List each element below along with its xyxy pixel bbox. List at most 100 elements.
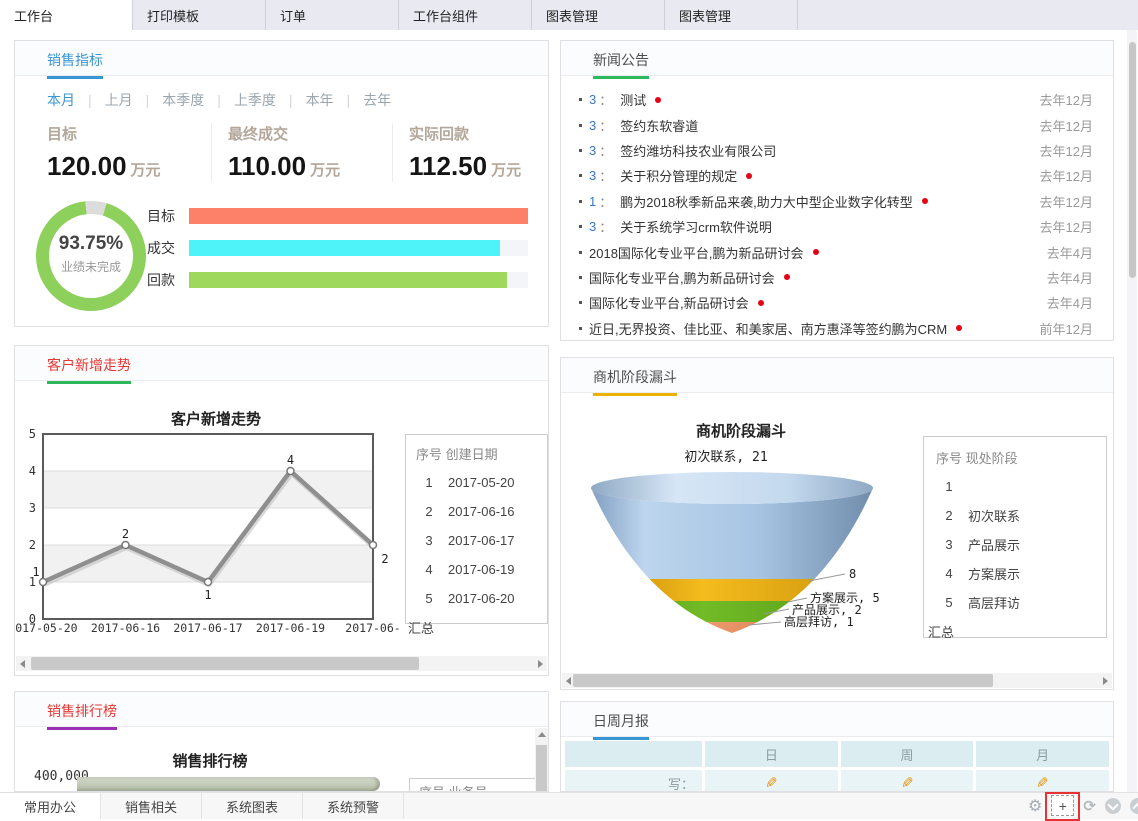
news-item[interactable]: 2018国际化专业平台,鹏为新品研讨会去年4月 bbox=[579, 239, 1093, 264]
panel-header: 销售指标 bbox=[15, 41, 548, 76]
metric-value: 112.50万元 bbox=[409, 151, 549, 182]
bottom-tab[interactable]: 系统预警 bbox=[303, 793, 404, 819]
bullet-icon bbox=[579, 276, 582, 279]
news-item[interactable]: 3：签约潍坊科技农业有限公司去年12月 bbox=[579, 138, 1093, 163]
trend-side-table: 序号 创建日期12017-05-2022017-06-1632017-06-17… bbox=[405, 434, 548, 624]
panel-title-sales-kpi: 销售指标 bbox=[47, 50, 103, 79]
news-item[interactable]: 3：签约东软睿道去年12月 bbox=[579, 112, 1093, 137]
news-item-date: 去年12月 bbox=[1040, 141, 1093, 160]
scrollbar-thumb[interactable] bbox=[573, 674, 993, 687]
top-tab[interactable]: 打印模板 bbox=[133, 0, 266, 30]
main-vertical-scrollbar bbox=[1127, 30, 1137, 792]
bottom-tab[interactable]: 常用办公 bbox=[0, 793, 101, 819]
scroll-left-arrow[interactable] bbox=[20, 660, 25, 668]
news-item[interactable]: 国际化专业平台,鹏为新品研讨会去年4月 bbox=[579, 265, 1093, 290]
news-item-text: 国际化专业平台,新品研讨会 bbox=[589, 293, 749, 312]
scrollbar-thumb[interactable] bbox=[1129, 42, 1136, 278]
news-item-colon: ： bbox=[599, 217, 612, 236]
report-table: 日周月写： bbox=[565, 741, 1109, 792]
scrollbar-thumb[interactable] bbox=[31, 657, 419, 670]
news-item[interactable]: 1：鹏为2018秋季新品来袭,助力大中型企业数字化转型去年12月 bbox=[579, 189, 1093, 214]
top-tab[interactable]: 订单 bbox=[266, 0, 399, 30]
news-item-colon: ： bbox=[599, 141, 612, 160]
period-tab[interactable]: 本年 bbox=[276, 92, 334, 108]
bar-track bbox=[189, 208, 528, 224]
period-tab[interactable]: 去年 bbox=[334, 92, 392, 108]
svg-text:5: 5 bbox=[29, 427, 36, 441]
news-item-text: 签约潍坊科技农业有限公司 bbox=[620, 141, 776, 160]
scroll-right-arrow[interactable] bbox=[1103, 677, 1108, 685]
bar-track bbox=[189, 240, 528, 256]
news-item-date: 去年12月 bbox=[1040, 192, 1093, 211]
news-item-date: 前年12月 bbox=[1040, 319, 1093, 338]
gear-icon[interactable]: ⚙ bbox=[1028, 796, 1042, 816]
news-item-colon: ： bbox=[599, 192, 612, 211]
period-tab[interactable]: 上月 bbox=[75, 92, 133, 108]
refresh-icon[interactable]: ⟳ bbox=[1083, 797, 1096, 815]
collapse-up-button[interactable] bbox=[1130, 798, 1138, 814]
bar-fill bbox=[189, 240, 500, 256]
metric-unit: 万元 bbox=[310, 162, 340, 179]
panel-news: 新闻公告 3：测试去年12月3：签约东软睿道去年12月3：签约潍坊科技农业有限公… bbox=[560, 40, 1114, 341]
panel-title-news: 新闻公告 bbox=[593, 50, 649, 79]
bottom-tab[interactable]: 系统图表 bbox=[202, 793, 303, 819]
top-tab[interactable]: 图表管理 bbox=[532, 0, 665, 30]
metric-number: 110.00 bbox=[228, 151, 306, 181]
report-header-empty bbox=[565, 741, 702, 767]
svg-text:1: 1 bbox=[32, 565, 39, 579]
news-item[interactable]: 3：测试去年12月 bbox=[579, 87, 1093, 112]
news-item[interactable]: 国际化专业平台,新品研讨会去年4月 bbox=[579, 290, 1093, 315]
horizontal-scrollbar bbox=[562, 673, 1112, 688]
row-value: 产品展示 bbox=[968, 535, 1020, 554]
scroll-left-arrow[interactable] bbox=[566, 677, 571, 685]
news-item-number: 3 bbox=[589, 168, 596, 183]
bar-fill bbox=[189, 272, 507, 288]
svg-text:2017-06-19: 2017-06-19 bbox=[256, 621, 325, 635]
side-table-footer: 汇总 bbox=[408, 613, 547, 642]
bullet-icon bbox=[579, 251, 582, 254]
top-tab[interactable]: 工作台组件 bbox=[399, 0, 532, 30]
news-item[interactable]: 近日,无界投资、佳比亚、和美家居、南方惠泽等签约鹏为CRM前年12月 bbox=[579, 316, 1093, 341]
row-value: 方案展示 bbox=[968, 564, 1020, 583]
news-item[interactable]: 3：关于积分管理的规定去年12月 bbox=[579, 163, 1093, 188]
news-item[interactable]: 3：关于系统学习crm软件说明去年12月 bbox=[579, 214, 1093, 239]
panel-sales-rank: 销售排行榜 销售排行榜 400,000 序号 业务员 bbox=[14, 691, 549, 792]
svg-text:2: 2 bbox=[29, 538, 36, 552]
panel-report: 日周月报 日周月写： bbox=[560, 701, 1114, 792]
news-item-text: 关于系统学习crm软件说明 bbox=[620, 217, 772, 236]
report-cell bbox=[841, 770, 974, 792]
svg-text:2: 2 bbox=[122, 527, 129, 541]
period-tab[interactable]: 本月 bbox=[47, 92, 75, 108]
bottom-tab[interactable]: 销售相关 bbox=[101, 793, 202, 819]
row-value: 2017-06-19 bbox=[448, 562, 515, 577]
top-tab-bar: 工作台打印模板订单工作台组件图表管理图表管理 bbox=[0, 0, 1138, 30]
scroll-right-arrow[interactable] bbox=[538, 660, 543, 668]
add-widget-button[interactable]: + bbox=[1051, 795, 1074, 816]
top-tab[interactable]: 工作台 bbox=[0, 0, 133, 30]
edit-pencil-icon[interactable] bbox=[765, 774, 778, 792]
bar-row-payment: 回款 bbox=[15, 272, 528, 288]
hot-dot-icon bbox=[784, 274, 790, 280]
scroll-up-arrow[interactable] bbox=[538, 732, 546, 737]
top-tab[interactable]: 图表管理 bbox=[665, 0, 798, 30]
news-item-number: 1 bbox=[589, 194, 596, 209]
bottom-tab-bar: 常用办公销售相关系统图表系统预警 bbox=[0, 792, 1138, 819]
news-list: 3：测试去年12月3：签约东软睿道去年12月3：签约潍坊科技农业有限公司去年12… bbox=[579, 87, 1093, 341]
bullet-icon bbox=[579, 98, 582, 101]
svg-text:2017-05-20: 2017-05-20 bbox=[15, 621, 78, 635]
row-value: 2017-06-20 bbox=[448, 591, 515, 606]
bar-label: 目标 bbox=[15, 206, 189, 226]
bullet-icon bbox=[579, 124, 582, 127]
report-row-label: 写： bbox=[565, 770, 702, 792]
metric-unit: 万元 bbox=[131, 162, 161, 179]
metric-label: 实际回款 bbox=[409, 123, 549, 144]
panel-header: 日周月报 bbox=[561, 702, 1113, 737]
edit-pencil-icon[interactable] bbox=[1036, 774, 1049, 792]
scrollbar-thumb[interactable] bbox=[536, 745, 547, 792]
period-tab[interactable]: 上季度 bbox=[204, 92, 276, 108]
edit-pencil-icon[interactable] bbox=[901, 774, 914, 792]
collapse-down-button[interactable] bbox=[1105, 798, 1121, 814]
news-item-number: 3 bbox=[589, 92, 596, 107]
period-tab[interactable]: 本季度 bbox=[133, 92, 205, 108]
row-value: 初次联系 bbox=[968, 506, 1020, 525]
